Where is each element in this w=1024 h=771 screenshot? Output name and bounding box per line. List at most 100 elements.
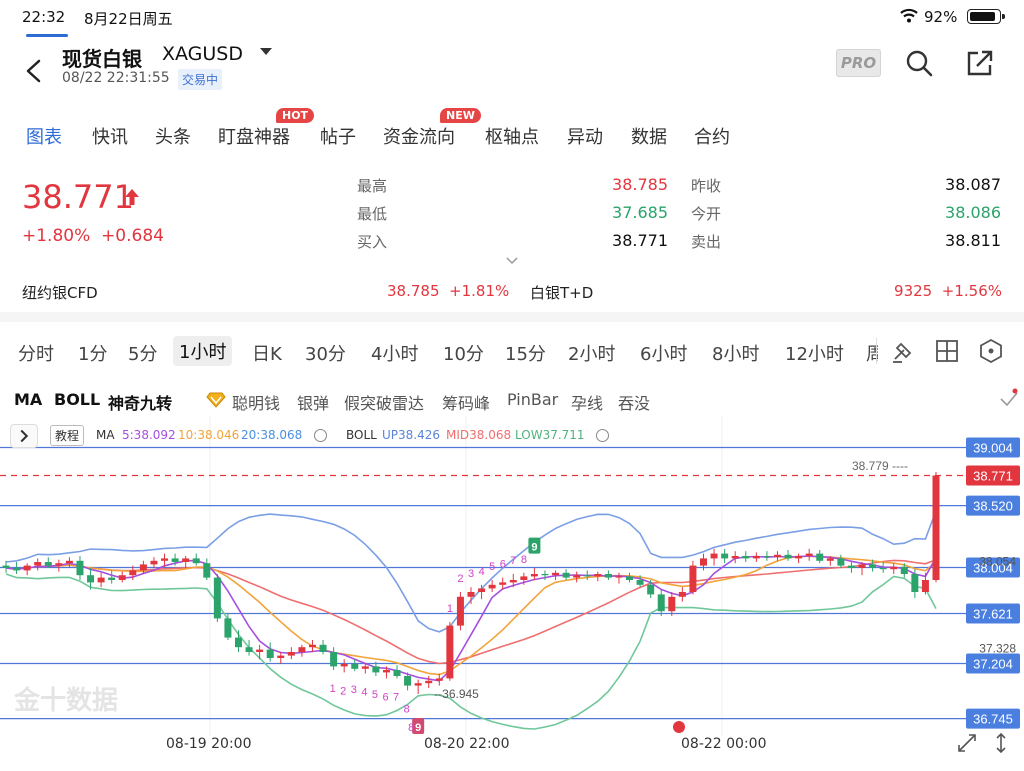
period-8h[interactable]: 8小时 [712, 340, 759, 366]
candle-body [869, 564, 877, 568]
watermark: 金十数据 [14, 686, 119, 716]
period-6h[interactable]: 6小时 [640, 340, 687, 366]
candle-body [509, 580, 517, 583]
candle-body [731, 556, 739, 559]
boll-settings-icon[interactable] [596, 429, 609, 442]
legend-toggle-button[interactable] [10, 424, 38, 448]
indicator-engulfing[interactable]: 吞没 [618, 390, 650, 414]
candle-body [108, 577, 116, 580]
indicator-false-breakout[interactable]: 假突破雷达 [344, 390, 424, 414]
period-12h[interactable]: 12小时 [785, 340, 844, 366]
period-divider [876, 338, 877, 364]
diamond-icon [206, 392, 226, 408]
tab-data[interactable]: 数据 [631, 123, 667, 149]
period-2h[interactable]: 2小时 [568, 340, 615, 366]
tab-posts[interactable]: 帖子 [320, 123, 356, 149]
bid-value: 38.771 [612, 231, 668, 250]
td-up-count: 6 [500, 559, 506, 571]
period-1m[interactable]: 1分 [78, 340, 107, 366]
candle-body [530, 574, 538, 577]
candle-body [361, 666, 369, 669]
candle-body [858, 564, 866, 568]
vertical-resize-icon[interactable] [990, 732, 1012, 754]
ma-settings-icon[interactable] [314, 429, 327, 442]
draw-tool-icon[interactable] [890, 338, 916, 364]
candle-body [752, 556, 760, 559]
period-5m[interactable]: 5分 [128, 340, 157, 366]
candle-body [837, 558, 845, 566]
period-day[interactable]: 日K [252, 340, 282, 366]
tab-pivot[interactable]: 枢轴点 [485, 123, 539, 149]
tab-headlines[interactable]: 头条 [155, 123, 191, 149]
td-down-nine: 9 [415, 722, 421, 734]
candle-body [13, 568, 21, 571]
indicator-inside-bar[interactable]: 孕线 [571, 390, 603, 414]
new-badge: NEW [440, 108, 481, 123]
wifi-icon [900, 8, 918, 23]
indicator-pinbar[interactable]: PinBar [507, 390, 558, 409]
x-label-3: 08-22 00:00 [681, 736, 767, 752]
td-down-count: 2 [340, 685, 346, 697]
share-icon[interactable] [964, 48, 994, 78]
settings-hexagon-icon[interactable] [978, 338, 1004, 364]
back-icon[interactable] [20, 56, 50, 86]
tab-fund-flow[interactable]: 资金流向 [383, 123, 455, 149]
candle-body [129, 570, 137, 576]
price-level-label: 37.204 [973, 657, 1013, 672]
change-percent: +1.80% [22, 226, 91, 246]
period-4h[interactable]: 4小时 [371, 340, 418, 366]
fullscreen-icon[interactable] [956, 732, 978, 754]
candle-body [182, 558, 190, 562]
td-up-count: 4 [479, 566, 485, 578]
high-value: 38.785 [612, 175, 668, 194]
candle-body [171, 558, 179, 562]
indicator-ma[interactable]: MA [14, 390, 42, 409]
tab-monitor[interactable]: 盯盘神器 [218, 123, 290, 149]
candle-body [615, 576, 623, 578]
instrument-symbol[interactable]: XAGUSD [162, 43, 243, 65]
indicator-smart-money[interactable]: 聪明钱 [232, 390, 280, 414]
related-name-silver-td[interactable]: 白银T+D [530, 282, 593, 303]
checkmark-icon[interactable] [998, 388, 1020, 410]
indicator-bar: MA BOLL 神奇九转 聪明钱 银弹 假突破雷达 筹码峰 PinBar 孕线 … [0, 386, 1024, 414]
indicator-silver-bullet[interactable]: 银弹 [297, 390, 329, 414]
battery-icon [967, 9, 1005, 24]
candle-body [784, 554, 792, 559]
chevron-down-icon[interactable] [260, 48, 272, 55]
period-15m[interactable]: 15分 [505, 340, 546, 366]
period-10m[interactable]: 10分 [443, 340, 484, 366]
tab-movement[interactable]: 异动 [567, 123, 603, 149]
pro-button[interactable]: PRO [836, 49, 881, 77]
candle-body [763, 556, 771, 558]
candle-body [721, 553, 729, 559]
tab-chart[interactable]: 图表 [26, 123, 62, 149]
td-down-count: 7 [393, 691, 399, 703]
chevron-down-icon[interactable] [505, 255, 519, 267]
layout-grid-icon[interactable] [934, 338, 960, 364]
search-icon[interactable] [904, 48, 934, 78]
legend-boll-up: UP38.426 [382, 428, 441, 442]
related-name-ny-silver[interactable]: 纽约银CFD [22, 282, 98, 303]
candle-body [340, 664, 348, 667]
candle-body [150, 560, 158, 565]
period-1h[interactable]: 1小时 [173, 336, 233, 366]
y-tick-label: 37.328 [979, 642, 1016, 656]
candle-body [700, 558, 707, 566]
td-up-count: 7 [510, 555, 516, 567]
candle-body [308, 644, 316, 648]
candlestick-chart[interactable]: 39.00438.52038.00437.62137.20436.74538.7… [0, 416, 1024, 756]
candle-body [562, 572, 570, 578]
td-down-count: 4 [361, 687, 367, 699]
period-30m[interactable]: 30分 [305, 340, 346, 366]
candle-body [213, 577, 221, 619]
candle-body [256, 649, 264, 652]
tab-contract[interactable]: 合约 [694, 123, 730, 149]
tutorial-button[interactable]: 教程 [50, 425, 85, 446]
tab-news-flash[interactable]: 快讯 [92, 123, 128, 149]
candle-body [773, 554, 781, 558]
indicator-td9[interactable]: 神奇九转 [108, 390, 172, 414]
indicator-chip-peak[interactable]: 筹码峰 [442, 390, 490, 414]
candle-body [23, 565, 31, 571]
indicator-boll[interactable]: BOLL [54, 390, 100, 409]
period-tick[interactable]: 分时 [18, 340, 54, 366]
